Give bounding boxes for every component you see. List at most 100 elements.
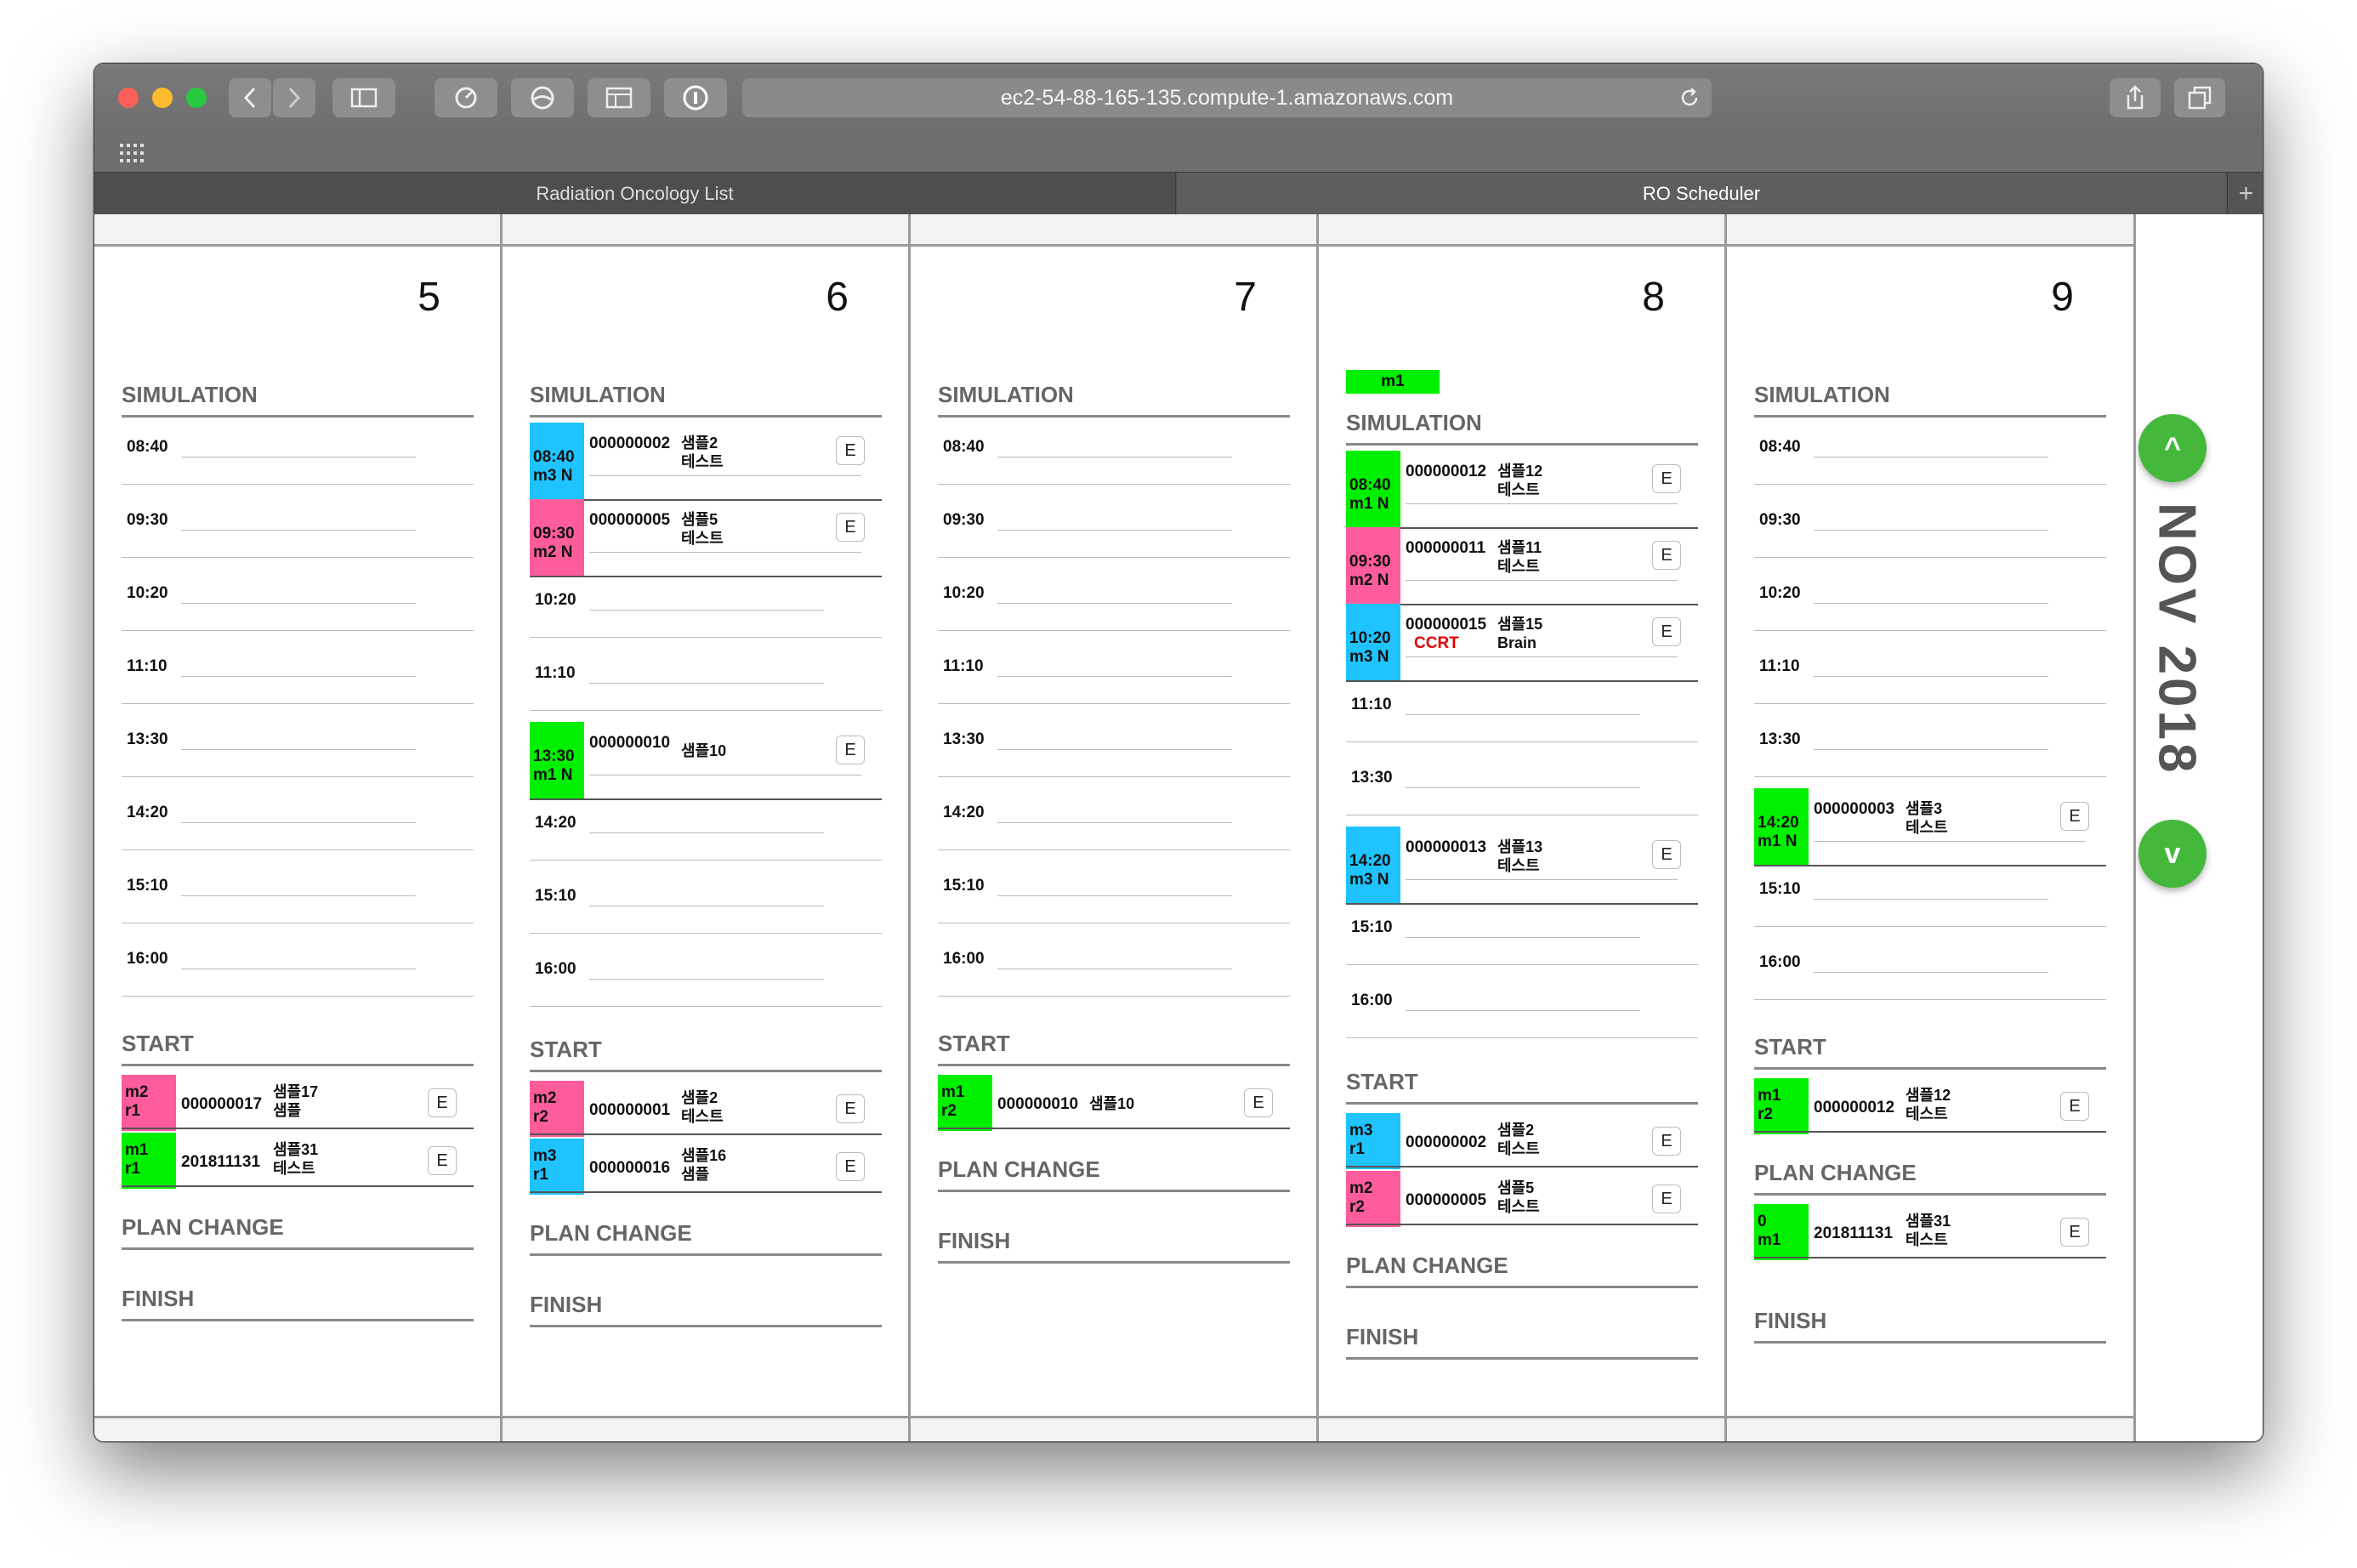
patient-name: 샘플17 [273, 1083, 319, 1100]
slot-machine: m3 N [1349, 871, 1389, 889]
edit-button[interactable]: E [428, 1146, 457, 1175]
entry-badge: m1 r2 [1754, 1078, 1809, 1134]
slot-time: 11:10 [943, 657, 984, 675]
tab-label: RO Scheduler [1642, 183, 1761, 204]
forward-button[interactable] [273, 78, 315, 117]
day-column: 7 SIMULATION 08:40 09:30 10:20 11:10 13:30 14:2… [911, 214, 1319, 1441]
edit-button[interactable]: E [836, 1152, 865, 1181]
entry-badge: m2 r1 [122, 1075, 176, 1131]
patient-id: 000000002 [1406, 1133, 1487, 1151]
edit-button[interactable]: E [2060, 1092, 2089, 1121]
slot-time: 10:20 [127, 584, 168, 602]
slot-machine: m2 N [1349, 571, 1389, 589]
tab-ro-scheduler[interactable]: RO Scheduler [1178, 173, 2225, 215]
slot-line [589, 979, 824, 980]
badge-line-2: r2 [1758, 1105, 1773, 1123]
next-month-button[interactable]: v [2138, 820, 2206, 888]
slot-time: 09:30 [943, 511, 985, 529]
badge-line-1: m2 [533, 1089, 557, 1107]
slot-line [530, 637, 882, 638]
slot-line [181, 676, 416, 677]
patient-note: CCRT [1414, 634, 1459, 652]
patient-id: 201811131 [1814, 1224, 1894, 1242]
slot-time: 15:10 [127, 877, 168, 895]
minimize-window-button[interactable] [152, 88, 173, 108]
edit-button[interactable]: E [836, 513, 865, 542]
slot-time: 15:10 [535, 887, 576, 905]
day-number: 8 [1642, 275, 1665, 320]
patient-id: 000000011 [1406, 539, 1486, 557]
slot-line [1346, 1037, 1698, 1038]
edit-button[interactable]: E [1652, 1127, 1681, 1156]
slot-time: 15:10 [1351, 918, 1393, 936]
start-heading: START [1346, 1069, 1698, 1105]
slot-line [181, 822, 416, 823]
patient-id: 000000013 [1406, 838, 1487, 856]
edit-button[interactable]: E [1652, 1185, 1681, 1213]
column-header-strip [1319, 214, 1724, 247]
slot-time: 11:10 [1351, 696, 1392, 713]
browser-toolbar: ec2-54-88-165-135.compute-1.amazonaws.co… [94, 64, 2263, 132]
back-button[interactable] [229, 78, 271, 117]
slot-time: 13:30 [127, 730, 168, 748]
start-heading: START [122, 1031, 474, 1066]
edit-button[interactable]: E [2060, 1218, 2089, 1247]
badge-line-1: m2 [1349, 1179, 1373, 1197]
slot-line [1754, 484, 2106, 485]
share-button[interactable] [2110, 78, 2161, 117]
edit-button[interactable]: E [1652, 464, 1681, 493]
slot-line [122, 776, 474, 777]
browser-window: ec2-54-88-165-135.compute-1.amazonaws.co… [94, 63, 2263, 1442]
patient-name: 샘플10 [681, 742, 727, 759]
close-window-button[interactable] [118, 88, 139, 108]
edit-button[interactable]: E [836, 436, 865, 465]
slot-time: 14:20 [1349, 852, 1391, 870]
extension-button-2[interactable] [511, 78, 574, 117]
slot-line [1754, 703, 2106, 704]
entry-badge: m3 r1 [530, 1139, 584, 1195]
patient-id: 000000015 [1406, 616, 1487, 633]
apps-grid-icon[interactable] [120, 144, 145, 167]
extension-button-1[interactable] [434, 78, 497, 117]
badge-line-2: r2 [533, 1108, 548, 1126]
edit-button[interactable]: E [836, 1094, 865, 1123]
edit-button[interactable]: E [1652, 541, 1681, 570]
edit-button[interactable]: E [1652, 617, 1681, 646]
column-footer-strip [1319, 1416, 1724, 1441]
patient-subtitle: 테스트 [1905, 1231, 1948, 1248]
patient-subtitle: 테스트 [1497, 1140, 1540, 1157]
tab-label: Radiation Oncology List [536, 183, 734, 204]
patient-name: 샘플5 [1497, 1179, 1535, 1196]
patient-id: 201811131 [181, 1153, 261, 1171]
reader-button[interactable] [588, 78, 650, 117]
zoom-window-button[interactable] [186, 88, 207, 108]
password-button[interactable] [664, 78, 727, 117]
edit-button[interactable]: E [1244, 1088, 1273, 1117]
patient-id: 000000001 [589, 1101, 671, 1119]
tab-overview-button[interactable] [2174, 78, 2225, 117]
prev-month-button[interactable]: ^ [2138, 414, 2206, 482]
month-label: NOV 2018 [2147, 503, 2206, 776]
patient-id: 000000010 [589, 734, 671, 752]
slot-time: 09:30 [127, 511, 168, 529]
edit-button[interactable]: E [428, 1088, 457, 1117]
edit-button[interactable]: E [836, 736, 865, 764]
badge-line-2: r2 [1349, 1198, 1365, 1216]
patient-subtitle: 테스트 [681, 453, 724, 470]
slot-line [1814, 530, 2048, 531]
edit-button[interactable]: E [2060, 802, 2089, 831]
day-column: 9 SIMULATION 08:40 09:30 10:20 11:10 13:30 14:2… [1727, 214, 2136, 1441]
edit-button[interactable]: E [1652, 840, 1681, 869]
patient-subtitle: 샘플 [681, 1166, 710, 1183]
slot-machine: m3 N [1349, 648, 1389, 666]
slot-time: 13:30 [533, 747, 575, 765]
address-bar[interactable]: ec2-54-88-165-135.compute-1.amazonaws.co… [742, 78, 1712, 117]
slot-line [181, 530, 416, 531]
circle-icon [531, 86, 554, 110]
reload-icon[interactable] [1679, 88, 1700, 112]
sidebar-button[interactable] [332, 78, 395, 117]
new-tab-button[interactable]: + [2227, 173, 2263, 215]
tab-radiation-oncology-list[interactable]: Radiation Oncology List [94, 173, 1176, 215]
row-divider [530, 1191, 882, 1193]
slot-line [1406, 937, 1640, 938]
